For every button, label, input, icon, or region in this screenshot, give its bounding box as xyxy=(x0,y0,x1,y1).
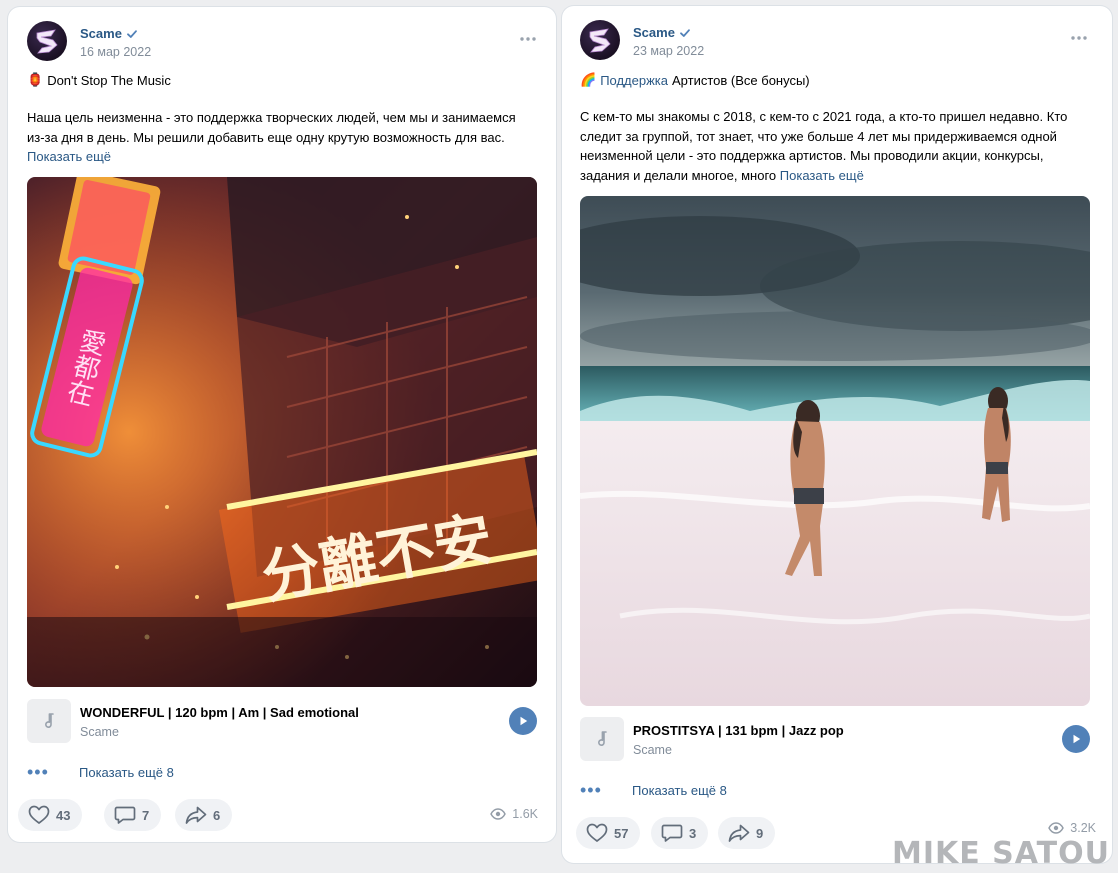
show-more-audio[interactable]: ••• Показать ещё 8 xyxy=(27,762,174,782)
author-name[interactable]: Scame xyxy=(80,26,138,41)
play-icon xyxy=(517,715,529,727)
share-icon xyxy=(728,823,750,843)
post-title: 🌈 Поддержка Артистов (Все бонусы) xyxy=(580,72,810,88)
beach-image xyxy=(580,196,1090,706)
heart-icon xyxy=(28,805,50,825)
post-text: С кем-то мы знакомы с 2018, с кем-то с 2… xyxy=(580,107,1067,185)
more-dots-icon: ••• xyxy=(580,779,602,800)
like-count: 57 xyxy=(614,825,629,841)
text-line: неизменной цели - это поддержка артистов… xyxy=(580,148,1044,163)
share-button[interactable]: 9 xyxy=(718,817,776,849)
more-dots-icon: ••• xyxy=(27,761,49,782)
more-options-icon[interactable] xyxy=(519,35,537,43)
watermark: MIKE SATOU xyxy=(891,836,1110,871)
show-more-audio[interactable]: ••• Показать ещё 8 xyxy=(580,780,727,800)
music-note-icon xyxy=(39,711,59,731)
audio-track[interactable]: PROSTITSYA | 131 bpm | Jazz pop Scame xyxy=(580,717,1090,761)
text-line: следит за группой, тот знает, что уже бо… xyxy=(580,128,1057,144)
logo-icon xyxy=(27,21,67,61)
post-header: Scame 16 мар 2022 xyxy=(27,21,537,63)
comment-button[interactable]: 3 xyxy=(651,817,709,849)
text-line-fragment: задания и делали многое, много xyxy=(580,167,777,183)
hashtag-link[interactable]: Поддержка xyxy=(600,73,668,88)
comment-count: 3 xyxy=(689,825,697,841)
audio-cover xyxy=(580,717,624,761)
text-line: из-за дня в день. Мы решили добавить еще… xyxy=(27,129,505,145)
views-count: 1.6K xyxy=(512,807,538,821)
author-name[interactable]: Scame xyxy=(633,25,691,40)
comment-icon xyxy=(114,805,136,825)
comment-button[interactable]: 7 xyxy=(104,799,162,831)
post-card: Scame 23 мар 2022 🌈 Поддержка Артистов (… xyxy=(562,6,1112,863)
post-header: Scame 23 мар 2022 xyxy=(580,20,1090,62)
post-photo[interactable] xyxy=(580,196,1090,706)
lantern-emoji: 🏮 xyxy=(27,72,44,87)
like-button[interactable]: 57 xyxy=(576,817,641,849)
text-line: Наша цель неизменна - это поддержка твор… xyxy=(27,110,516,125)
audio-cover xyxy=(27,699,71,743)
author-label[interactable]: Scame xyxy=(80,26,122,41)
author-label[interactable]: Scame xyxy=(633,25,675,40)
post-text: Наша цель неизменна - это поддержка твор… xyxy=(27,108,516,167)
comment-icon xyxy=(661,823,683,843)
views-count: 3.2K xyxy=(1070,821,1096,835)
audio-artist[interactable]: Scame xyxy=(633,743,672,757)
eye-icon xyxy=(1048,822,1064,834)
logo-icon xyxy=(580,20,620,60)
post-photo[interactable]: 愛都在 分離不安 xyxy=(27,177,537,687)
post-date[interactable]: 16 мар 2022 xyxy=(80,45,151,59)
audio-title[interactable]: WONDERFUL | 120 bpm | Am | Sad emotional xyxy=(80,705,359,720)
avatar[interactable] xyxy=(580,20,620,60)
post-title-text: Don't Stop The Music xyxy=(47,72,171,88)
share-count: 9 xyxy=(756,825,764,841)
show-more-link[interactable]: Показать ещё xyxy=(27,147,516,167)
views-counter: 1.6K xyxy=(490,807,538,821)
verified-icon xyxy=(126,28,138,40)
comment-count: 7 xyxy=(142,807,150,823)
share-icon xyxy=(185,805,207,825)
play-icon xyxy=(1070,733,1082,745)
play-button[interactable] xyxy=(509,707,537,735)
text-line-last: задания и делали многое, много Показать … xyxy=(580,166,1067,186)
like-count: 43 xyxy=(56,807,71,823)
avatar[interactable] xyxy=(27,21,67,61)
audio-artist[interactable]: Scame xyxy=(80,725,119,739)
share-count: 6 xyxy=(213,807,221,823)
play-button[interactable] xyxy=(1062,725,1090,753)
post-title-text: Артистов (Все бонусы) xyxy=(672,72,810,88)
audio-title[interactable]: PROSTITSYA | 131 bpm | Jazz pop xyxy=(633,723,844,738)
music-note-icon xyxy=(592,729,612,749)
heart-icon xyxy=(586,823,608,843)
audio-track[interactable]: WONDERFUL | 120 bpm | Am | Sad emotional… xyxy=(27,699,537,743)
post-title: 🏮 Don't Stop The Music xyxy=(27,72,171,88)
like-button[interactable]: 43 xyxy=(18,799,83,831)
more-options-icon[interactable] xyxy=(1070,34,1088,42)
post-date[interactable]: 23 мар 2022 xyxy=(633,44,704,58)
show-more-audio-label[interactable]: Показать ещё 8 xyxy=(632,783,727,798)
post-card: Scame 16 мар 2022 🏮 Don't Stop The Music… xyxy=(8,7,556,842)
post-actions: 43 7 6 1.6K xyxy=(18,799,538,831)
show-more-link[interactable]: Показать ещё xyxy=(780,168,864,183)
neon-city-image: 愛都在 分離不安 xyxy=(27,177,537,687)
rainbow-emoji: 🌈 xyxy=(580,72,597,87)
views-counter: 3.2K xyxy=(1048,821,1096,835)
verified-icon xyxy=(679,27,691,39)
share-button[interactable]: 6 xyxy=(175,799,233,831)
text-line: С кем-то мы знакомы с 2018, с кем-то с 2… xyxy=(580,109,1068,124)
show-more-audio-label[interactable]: Показать ещё 8 xyxy=(79,765,174,780)
eye-icon xyxy=(490,808,506,820)
